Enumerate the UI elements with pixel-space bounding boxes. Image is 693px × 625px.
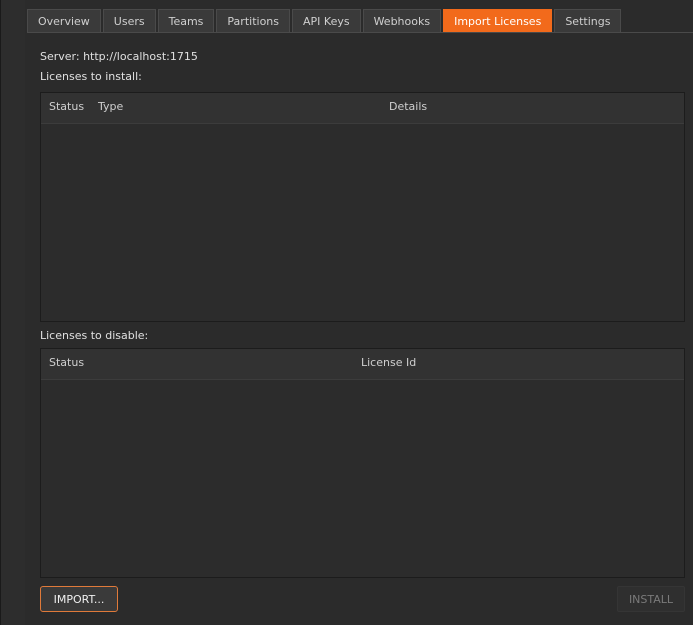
install-button[interactable]: INSTALL	[617, 586, 685, 612]
import-licenses-window: Overview Users Teams Partitions API Keys…	[0, 0, 693, 625]
tab-teams[interactable]: Teams	[157, 9, 215, 33]
disable-table-body[interactable]	[41, 380, 684, 577]
tab-import-licenses[interactable]: Import Licenses	[443, 9, 553, 33]
tab-webhooks[interactable]: Webhooks	[362, 9, 442, 33]
tab-overview[interactable]: Overview	[27, 9, 101, 33]
left-strip	[1, 0, 25, 625]
licenses-to-disable-table[interactable]: Status License Id	[40, 348, 685, 578]
install-table-body[interactable]	[41, 124, 684, 321]
tab-users[interactable]: Users	[102, 9, 156, 33]
server-address: Server: http://localhost:1715	[40, 50, 198, 63]
import-button[interactable]: IMPORT...	[40, 586, 118, 612]
disable-table-header: Status License Id	[41, 349, 684, 380]
tab-api-keys[interactable]: API Keys	[292, 9, 361, 33]
column-header-license-id[interactable]: License Id	[361, 356, 416, 369]
column-header-status[interactable]: Status	[49, 100, 84, 113]
install-table-header: Status Type Details	[41, 93, 684, 124]
column-header-details[interactable]: Details	[389, 100, 427, 113]
licenses-to-install-table[interactable]: Status Type Details	[40, 92, 685, 322]
tab-bar: Overview Users Teams Partitions API Keys…	[27, 9, 623, 33]
licenses-to-disable-label: Licenses to disable:	[40, 329, 149, 342]
tab-divider	[27, 32, 693, 33]
tab-partitions[interactable]: Partitions	[216, 9, 290, 33]
column-header-type[interactable]: Type	[98, 100, 123, 113]
licenses-to-install-label: Licenses to install:	[40, 70, 142, 83]
column-header-status[interactable]: Status	[49, 356, 84, 369]
tab-settings[interactable]: Settings	[554, 9, 622, 33]
